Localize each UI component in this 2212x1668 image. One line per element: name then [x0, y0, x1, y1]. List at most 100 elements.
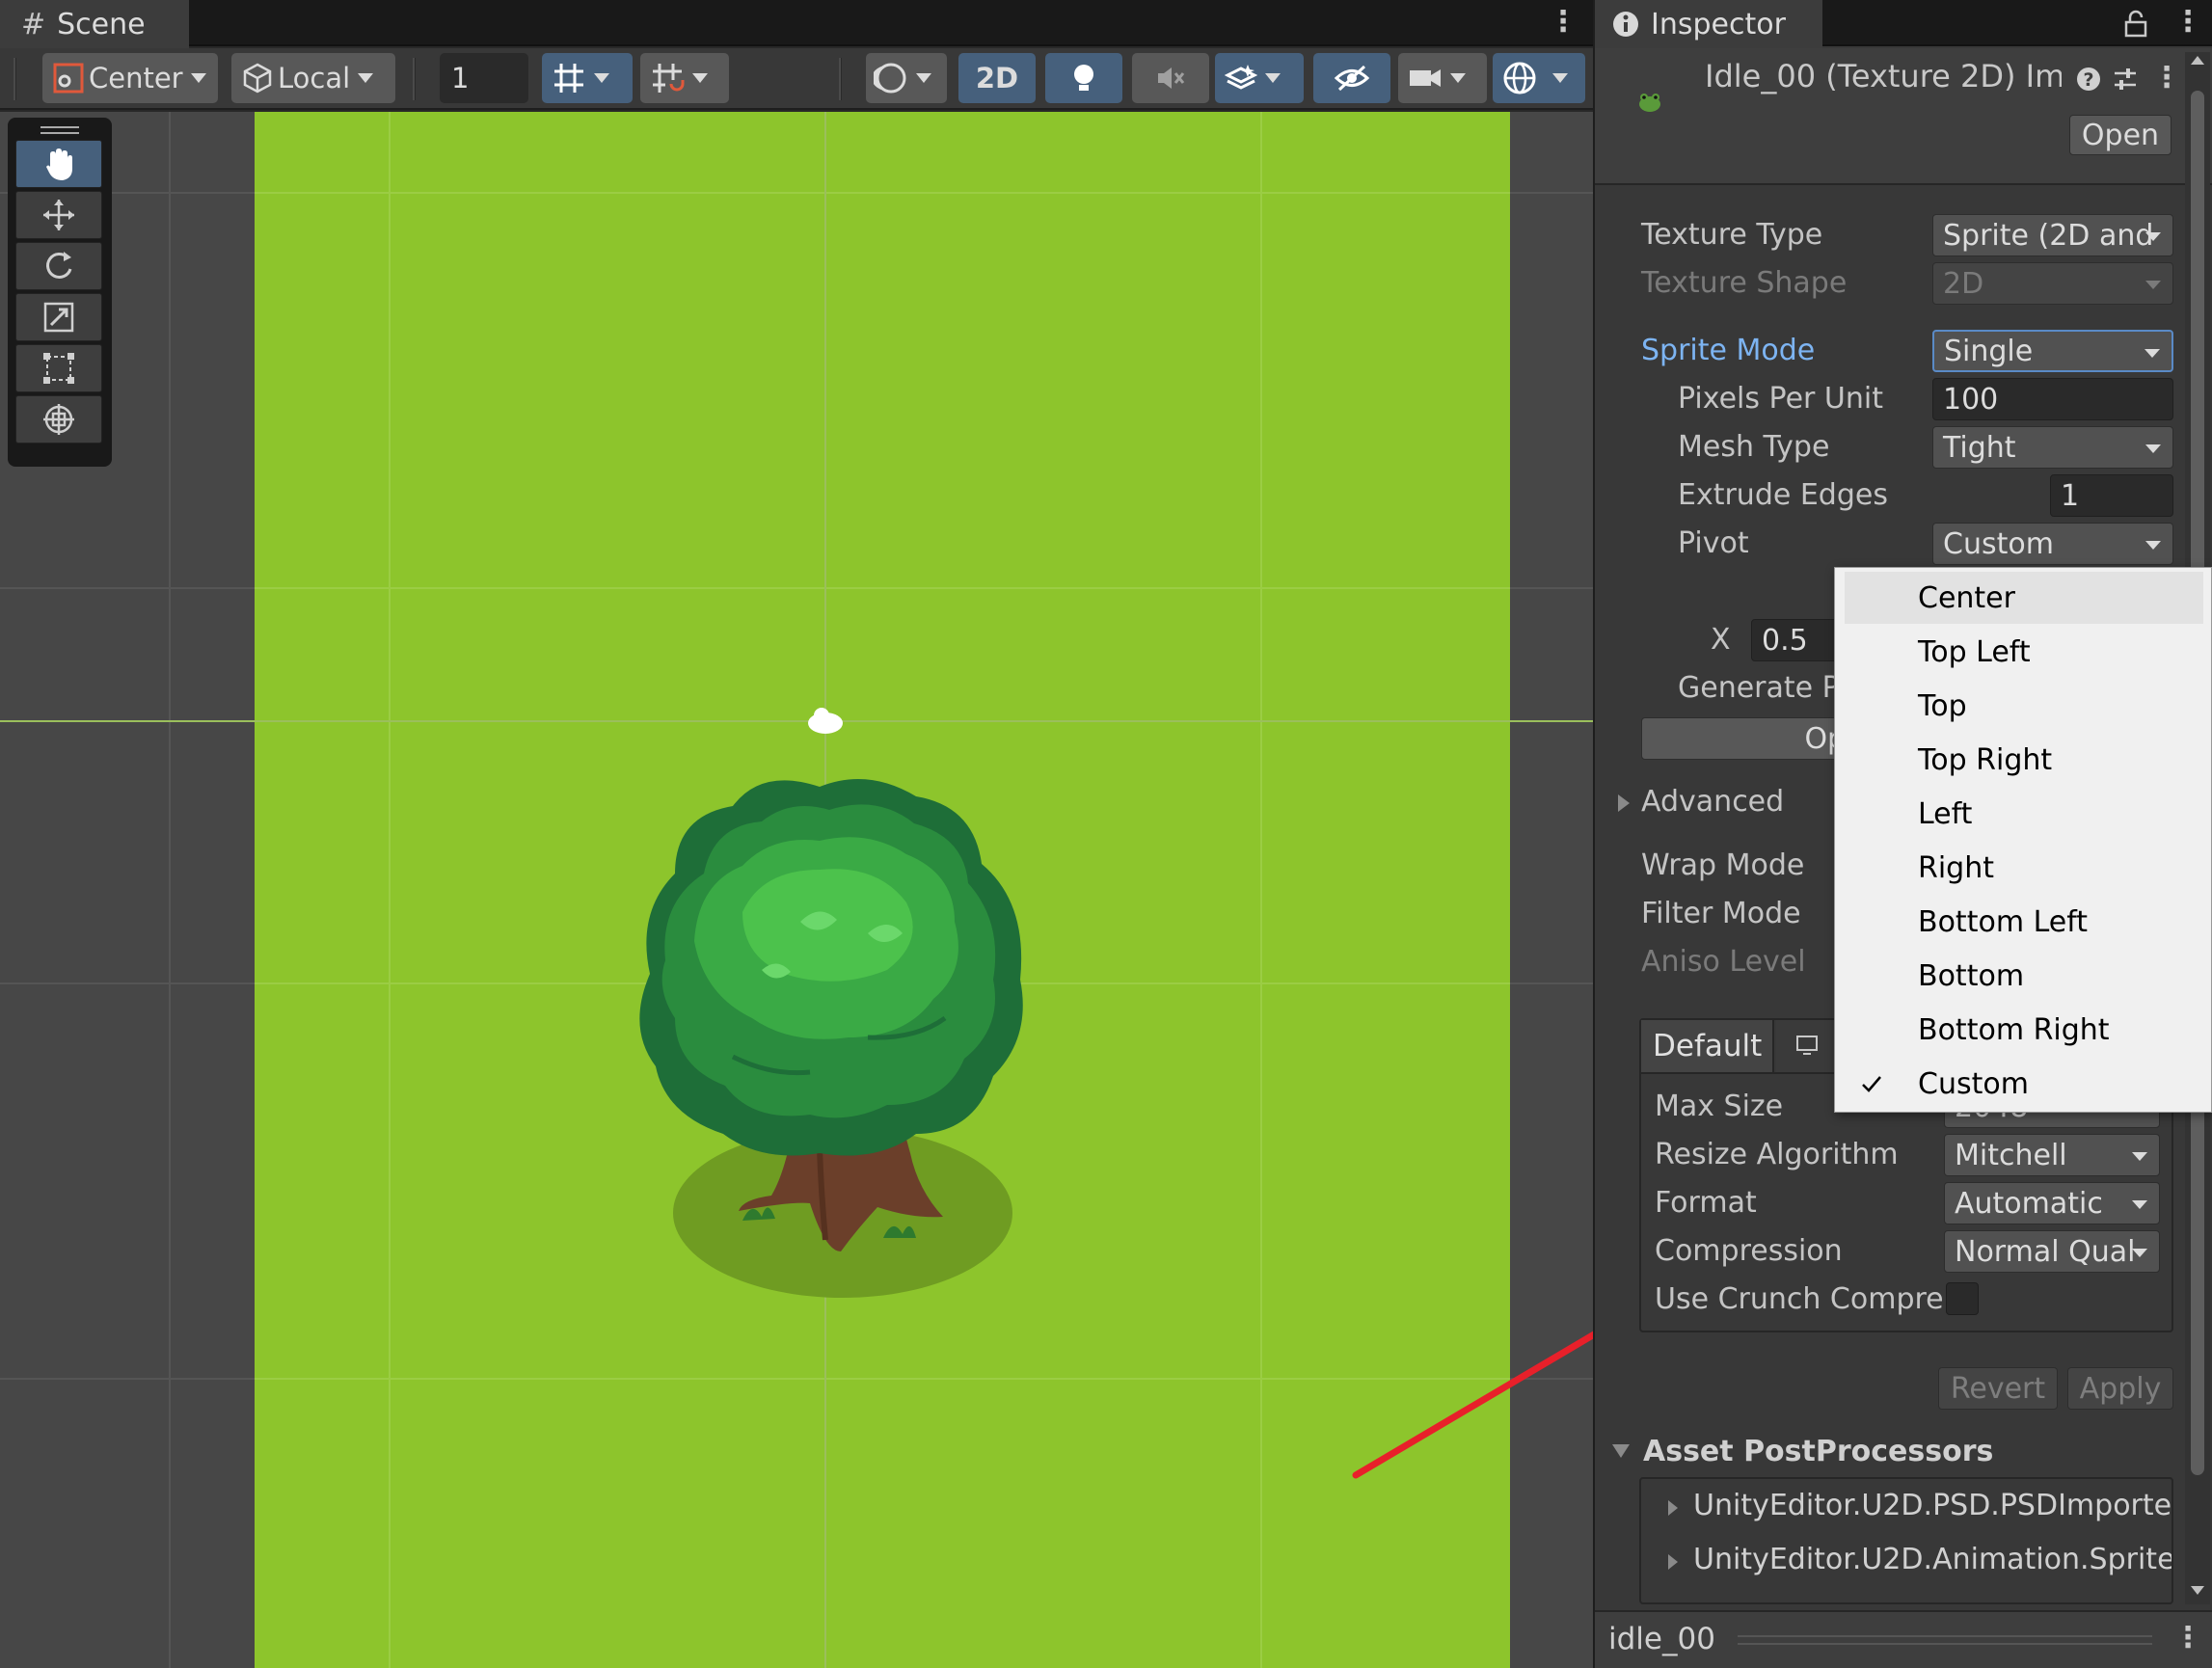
format-dropdown[interactable]: Automatic	[1944, 1182, 2160, 1224]
filter-mode-label: Filter Mode	[1641, 897, 1801, 930]
footer-more-icon[interactable]: ⋮	[2173, 1624, 2202, 1653]
tools-drag-handle[interactable]	[15, 123, 104, 137]
use-crunch-checkbox[interactable]	[1946, 1282, 1979, 1315]
advanced-foldout-label[interactable]: Advanced	[1641, 785, 1784, 819]
pivot-x-value: 0.5	[1762, 623, 1808, 658]
pivot-dropdown[interactable]: Custom	[1932, 523, 2173, 565]
scene-more-icon[interactable]: ⋮	[1549, 8, 1578, 37]
apply-button-label: Apply	[2079, 1371, 2162, 1406]
platform-tab-standalone[interactable]	[1776, 1020, 1834, 1072]
preset-sliders-icon[interactable]	[2112, 66, 2139, 93]
postprocessor-item[interactable]: UnityEditor.U2D.PSD.PSDImporterAs	[1693, 1489, 2172, 1522]
menu-item-top[interactable]: Top	[1835, 680, 2211, 732]
help-icon[interactable]: ?	[2075, 66, 2102, 93]
menu-item-center[interactable]: Center	[1845, 572, 2203, 624]
shading-sphere-icon	[874, 63, 906, 94]
tab-inspector[interactable]: Inspector	[1595, 0, 1822, 48]
aniso-level-label: Aniso Level	[1641, 945, 1806, 979]
lighting-toggle[interactable]	[1045, 53, 1122, 103]
draw-mode-dropdown[interactable]	[866, 53, 947, 103]
tab-scene[interactable]: # Scene	[0, 0, 189, 48]
pivot-label: Pivot	[1678, 526, 1749, 560]
texture-type-dropdown[interactable]: Sprite (2D and	[1932, 214, 2173, 256]
info-icon	[1613, 12, 1638, 37]
hand-tool-button[interactable]	[15, 140, 102, 188]
audio-toggle[interactable]	[1132, 53, 1209, 103]
pivot-x-input[interactable]: 0.5	[1751, 619, 1848, 661]
scene-canvas	[0, 112, 1593, 1668]
wrap-mode-label: Wrap Mode	[1641, 848, 1805, 882]
footer-drag-bar[interactable]	[1738, 1635, 2152, 1637]
transform-tool-button[interactable]	[15, 395, 102, 444]
menu-item-bottom[interactable]: Bottom	[1835, 950, 2211, 1002]
grid-size-input[interactable]: 1	[440, 53, 528, 103]
move-tool-button[interactable]	[15, 191, 102, 239]
grid-snap-toggle[interactable]	[542, 53, 633, 103]
menu-item-right[interactable]: Right	[1835, 842, 2211, 894]
scene-visibility-toggle[interactable]	[1313, 53, 1390, 103]
ppu-value: 100	[1943, 382, 1999, 417]
menu-item-bottom-left[interactable]: Bottom Left	[1835, 896, 2211, 948]
open-asset-button-label: Open	[2081, 118, 2160, 152]
pivot-center-icon	[53, 63, 84, 94]
gizmos-globe-icon	[1503, 62, 1536, 94]
scroll-down-icon[interactable]	[2190, 1585, 2205, 1597]
pivot-mode-dropdown[interactable]: Center	[42, 53, 218, 103]
grid-snap-icon	[554, 64, 583, 93]
postprocessors-foldout-icon[interactable]	[1610, 1442, 1632, 1460]
menu-item-label: Top Left	[1918, 634, 2031, 669]
local-cube-icon	[243, 63, 272, 94]
effects-toggle[interactable]	[1215, 53, 1304, 103]
pivot-dropdown-menu: Center Top Left Top Top Right Left Right…	[1834, 567, 2212, 1113]
open-asset-button[interactable]: Open	[2069, 115, 2172, 155]
menu-item-label: Bottom Right	[1918, 1012, 2110, 1047]
texture-shape-value: 2D	[1943, 266, 1984, 301]
postprocessor-expand-icon[interactable]	[1666, 1552, 1680, 1572]
platform-tab-default[interactable]: Default	[1641, 1020, 1774, 1072]
menu-item-top-left[interactable]: Top Left	[1835, 626, 2211, 678]
rotate-icon	[46, 252, 72, 279]
lock-icon[interactable]	[2123, 10, 2148, 39]
apply-button[interactable]: Apply	[2067, 1367, 2173, 1410]
visibility-eye-icon	[1334, 65, 1370, 92]
menu-item-custom[interactable]: Custom	[1835, 1058, 2211, 1110]
advanced-foldout-icon[interactable]	[1616, 793, 1632, 814]
scene-viewport[interactable]	[0, 112, 1593, 1668]
resize-algorithm-value: Mitchell	[1955, 1138, 2067, 1172]
increment-snap-toggle[interactable]	[640, 53, 729, 103]
postprocessors-title[interactable]: Asset PostProcessors	[1643, 1435, 1993, 1468]
scroll-up-icon[interactable]	[2190, 54, 2205, 66]
inspector-footer: idle_00 ⋮	[1595, 1610, 2212, 1668]
scene-camera-dropdown[interactable]	[1398, 53, 1487, 103]
rotate-tool-button[interactable]	[15, 242, 102, 290]
postprocessor-expand-icon[interactable]	[1666, 1498, 1680, 1518]
sprite-mode-label: Sprite Mode	[1641, 334, 1816, 367]
mesh-type-dropdown[interactable]: Tight	[1932, 426, 2173, 469]
gizmos-dropdown[interactable]	[1493, 53, 1585, 103]
format-label: Format	[1655, 1186, 1757, 1220]
scale-icon	[43, 302, 74, 333]
monitor-icon	[1796, 1036, 1818, 1055]
asset-title: Idle_00 (Texture 2D) Imp	[1705, 58, 2062, 94]
menu-item-bottom-right[interactable]: Bottom Right	[1835, 1004, 2211, 1056]
move-arrows-icon	[43, 200, 74, 230]
space-mode-dropdown[interactable]: Local	[231, 53, 395, 103]
postprocessor-item[interactable]: UnityEditor.U2D.Animation.SpritePo	[1693, 1543, 2172, 1576]
compression-dropdown[interactable]: Normal Qual	[1944, 1230, 2160, 1273]
menu-item-top-right[interactable]: Top Right	[1835, 734, 2211, 786]
snap-magnet-icon	[653, 64, 685, 93]
sprite-mode-dropdown[interactable]: Single	[1932, 330, 2173, 372]
menu-item-label: Top Right	[1918, 742, 2053, 777]
extrude-edges-input[interactable]: 1	[2050, 474, 2173, 517]
checkmark-icon	[1862, 1076, 1881, 1092]
rect-tool-button[interactable]	[15, 344, 102, 392]
mode-2d-toggle[interactable]: 2D	[958, 53, 1036, 103]
revert-button[interactable]: Revert	[1938, 1367, 2058, 1410]
scale-tool-button[interactable]	[15, 293, 102, 341]
ppu-input[interactable]: 100	[1932, 378, 2173, 420]
resize-algorithm-dropdown[interactable]: Mitchell	[1944, 1134, 2160, 1176]
header-more-icon[interactable]: ⋮	[2152, 64, 2181, 93]
tree-sprite	[639, 779, 1023, 1298]
menu-item-left[interactable]: Left	[1835, 788, 2211, 840]
inspector-more-icon[interactable]: ⋮	[2173, 8, 2202, 37]
